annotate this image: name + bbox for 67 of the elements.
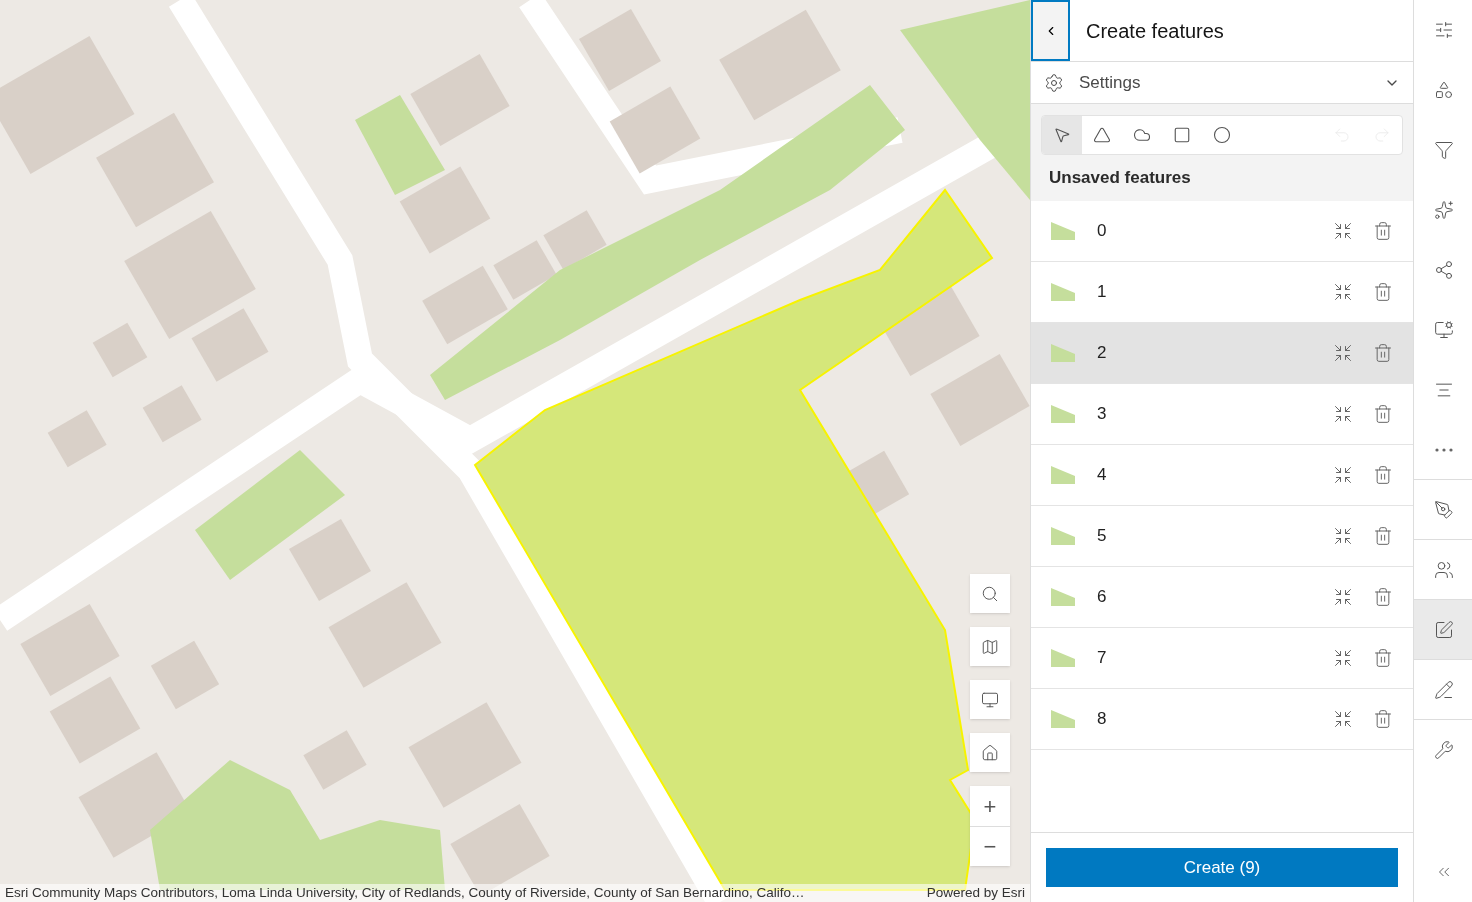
pencil-icon (1433, 679, 1454, 700)
delete-icon (1373, 586, 1393, 607)
shapes-icon (1433, 80, 1454, 100)
filter-icon (1433, 140, 1454, 160)
powered-by-link[interactable]: Powered by Esri (926, 886, 1025, 900)
shrink-icon (1333, 525, 1353, 546)
shrink-icon (1333, 403, 1353, 424)
feature-label: 5 (1097, 524, 1108, 547)
delete-icon (1373, 403, 1393, 424)
map-tool-button[interactable] (970, 574, 1010, 613)
polygon-swatch-icon (1051, 465, 1075, 484)
shrink-icon (1333, 586, 1353, 607)
delete-icon (1373, 342, 1393, 363)
shrink-icon (1333, 281, 1353, 302)
feature-label: 4 (1097, 463, 1108, 486)
zoom-out-button[interactable]: − (970, 826, 1010, 866)
edit-icon (1433, 619, 1454, 640)
polygon-swatch-icon (1051, 343, 1075, 362)
map-icon (981, 637, 999, 656)
shrink-icon (1333, 342, 1353, 363)
settings-screen-icon (1433, 320, 1454, 340)
create-button[interactable]: Create (9) (1046, 848, 1398, 887)
section-title: Unsaved features (1049, 167, 1192, 189)
panel-title: Create features (1086, 18, 1224, 44)
feature-label: 3 (1097, 402, 1108, 425)
back-button[interactable] (1031, 0, 1070, 61)
polygon-swatch-icon (1051, 526, 1075, 545)
home-icon (981, 743, 999, 762)
shrink-icon (1333, 464, 1353, 485)
polygon-swatch-icon (1051, 282, 1075, 301)
delete-icon (1373, 525, 1393, 546)
map-tool-button[interactable] (970, 627, 1010, 666)
delete-icon (1373, 708, 1393, 729)
zoom-in-button[interactable]: + (970, 786, 1010, 826)
wrench-icon (1433, 740, 1454, 760)
feature-label: 0 (1097, 219, 1108, 242)
delete-icon (1373, 647, 1393, 668)
map-tool-button[interactable] (970, 680, 1010, 719)
pen-icon (1433, 499, 1454, 520)
feature-label: 6 (1097, 585, 1108, 608)
shrink-icon (1333, 220, 1353, 241)
feature-label: 7 (1097, 646, 1108, 669)
feature-label: 8 (1097, 707, 1108, 730)
shrink-icon (1333, 647, 1353, 668)
polygon-swatch-icon (1051, 709, 1075, 728)
delete-icon (1373, 281, 1393, 302)
delete-icon (1373, 220, 1393, 241)
sparkles-icon (1433, 200, 1454, 220)
group-icon (1433, 559, 1454, 580)
delete-icon (1373, 464, 1393, 485)
feature-label: 2 (1097, 341, 1108, 364)
tool-button[interactable] (1042, 116, 1082, 154)
search-icon (981, 584, 999, 603)
shrink-icon (1333, 708, 1353, 729)
sliders-icon (1433, 20, 1454, 40)
nodes-icon (1433, 260, 1454, 280)
attribution-text: Esri Community Maps Contributors, Loma Linda University, City of Redlands, County of Riverside, County of San Bernardino, Califo… (5, 886, 805, 900)
polygon-swatch-icon (1051, 587, 1075, 606)
polygon-swatch-icon (1051, 648, 1075, 667)
feature-row[interactable]: 2 (1031, 322, 1413, 384)
more-icon (1434, 447, 1453, 452)
settings-icon (1044, 72, 1064, 93)
polygon-swatch-icon (1051, 404, 1075, 423)
map-tool-button[interactable] (970, 733, 1010, 772)
polygon-swatch-icon (1051, 221, 1075, 240)
feature-label: 1 (1097, 280, 1108, 303)
monitor-icon (981, 690, 999, 709)
